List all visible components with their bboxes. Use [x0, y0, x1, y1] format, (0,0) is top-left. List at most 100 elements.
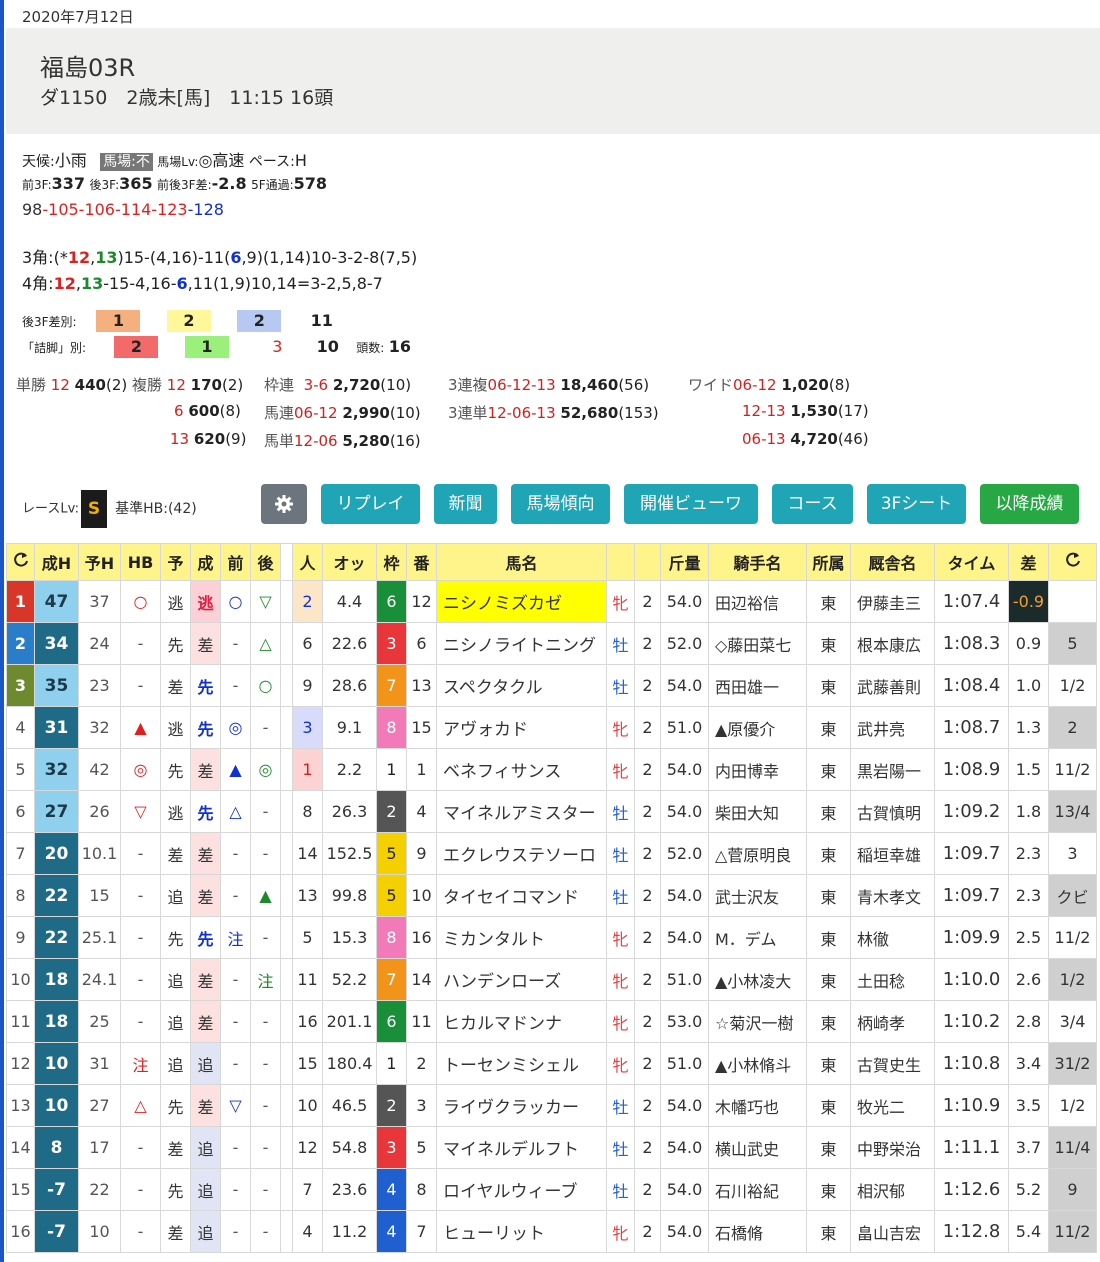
horse-name-link[interactable]: ハンデンローズ: [436, 958, 607, 1001]
col-diff[interactable]: 差: [1008, 543, 1049, 581]
settings-button[interactable]: [261, 484, 307, 524]
col-ban[interactable]: 番: [406, 543, 437, 581]
newspaper-button[interactable]: 新聞: [434, 484, 497, 524]
table-row[interactable]: 16 -7 10- 差追 - -4 11.2 4 7 ヒューリット牝 2 54.0 石橋脩東畠山吉宏 1:…: [6, 1210, 1097, 1253]
table-row[interactable]: 3 35 23- 差先 - ○ 9 28.6 7 13 スペクタクル牡 2 54.0 西田雄一東武藤善則 1…: [6, 664, 1097, 707]
jockey-link[interactable]: ☆菊沢一樹: [708, 1000, 807, 1043]
jockey-link[interactable]: 田辺裕信: [708, 580, 807, 623]
col-name[interactable]: 馬名: [436, 543, 607, 581]
refresh-icon-right[interactable]: [1048, 543, 1097, 581]
table-row[interactable]: 13 10 27 △ 先差 ▽ -10 46.5 2 3 ライヴクラッカー牡 2 54.0 木幡巧也東牧光…: [6, 1084, 1097, 1127]
horse-name-link[interactable]: マイネルデルフト: [436, 1126, 607, 1169]
table-row[interactable]: 10 18 24.1- 追差 - 注 11 52.2 7 14 ハンデンローズ牝 2 51.0 ▲小林凌大…: [6, 958, 1097, 1001]
trainer-link[interactable]: 古賀慎明: [850, 790, 935, 833]
trainer-link[interactable]: 柄崎孝: [850, 1000, 935, 1043]
col-pop[interactable]: 人: [292, 543, 323, 581]
table-row[interactable]: 9 22 25.1- 先先注 -5 15.3 8 16 ミカンタルト牝 2 54.0 M．デム東林徹 1…: [6, 916, 1097, 959]
trainer-link[interactable]: 相沢郁: [850, 1168, 935, 1211]
horse-name-link[interactable]: スペクタクル: [436, 664, 607, 707]
horse-name-link[interactable]: ライヴクラッカー: [436, 1084, 607, 1127]
horse-name-link[interactable]: タイセイコマンド: [436, 874, 607, 917]
jockey-link[interactable]: 内田博幸: [708, 748, 807, 791]
horse-name-link[interactable]: ベネフィサンス: [436, 748, 607, 791]
table-row[interactable]: 8 22 15- 追差 - ▲ 13 99.8 5 10 タイセイコマンド牡 2 54.0 武士沢友東青木…: [6, 874, 1097, 917]
trainer-link[interactable]: 黒岩陽一: [850, 748, 935, 791]
ato-cell: ▲: [250, 874, 281, 917]
col-mae[interactable]: 前: [220, 543, 251, 581]
col-aff[interactable]: 所属: [806, 543, 851, 581]
meeting-viewer-button[interactable]: 開催ビューワ: [624, 484, 758, 524]
table-row[interactable]: 1 47 37 ○ 逃逃 ○ ▽ 2 4.4 6 12 ニシノミズカゼ牝 2 54.0 田辺裕信東伊藤圭三 1…: [6, 580, 1097, 623]
trainer-link[interactable]: 武藤善則: [850, 664, 935, 707]
trainer-link[interactable]: 牧光二: [850, 1084, 935, 1127]
col-yoh[interactable]: 予H: [78, 543, 121, 581]
horse-name-link[interactable]: ニシノミズカゼ: [436, 580, 607, 623]
jockey-link[interactable]: 横山武史: [708, 1126, 807, 1169]
col-seih[interactable]: 成H: [34, 543, 79, 581]
col-time[interactable]: タイム: [934, 543, 1009, 581]
later-results-button[interactable]: 以降成績: [980, 484, 1079, 524]
affiliation-cell: 東: [806, 1042, 851, 1085]
table-row[interactable]: 2 34 24- 先差 - △ 6 22.6 3 6 ニシノライトニング牡 2 52.0 ◇藤田菜七東根本…: [6, 622, 1097, 665]
jockey-link[interactable]: ▲小林凌大: [708, 958, 807, 1001]
horse-name-link[interactable]: トーセンミシェル: [436, 1042, 607, 1085]
horse-name-link[interactable]: エクレウステソーロ: [436, 832, 607, 875]
jockey-link[interactable]: 石川裕紀: [708, 1168, 807, 1211]
jockey-link[interactable]: △菅原明良: [708, 832, 807, 875]
trainer-link[interactable]: 武井亮: [850, 706, 935, 749]
col-yo[interactable]: 予: [160, 543, 191, 581]
waku-cell: 8: [376, 916, 407, 959]
trainer-link[interactable]: 伊藤圭三: [850, 580, 935, 623]
3f-sheet-button[interactable]: 3Fシート: [867, 484, 966, 524]
trainer-link[interactable]: 青木孝文: [850, 874, 935, 917]
jockey-link[interactable]: 武士沢友: [708, 874, 807, 917]
horse-name-link[interactable]: ヒカルマドンナ: [436, 1000, 607, 1043]
course-button[interactable]: コース: [772, 484, 853, 524]
trainer-link[interactable]: 根本康広: [850, 622, 935, 665]
table-row[interactable]: 11 18 25- 追差 - -16 201.1 6 11 ヒカルマドンナ牝 2 53.0 ☆菊沢一樹東…: [6, 1000, 1097, 1043]
table-row[interactable]: 5 32 42 ◎ 先差 ▲ ◎ 1 2.2 1 1 ベネフィサンス牝 2 54.0 内田博幸東黒岩陽一 1:…: [6, 748, 1097, 791]
track-trend-button[interactable]: 馬場傾向: [511, 484, 610, 524]
col-jockey[interactable]: 騎手名: [708, 543, 807, 581]
jockey-link[interactable]: M．デム: [708, 916, 807, 959]
jockey-link[interactable]: ▲小林脩斗: [708, 1042, 807, 1085]
jockey-link[interactable]: 木幡巧也: [708, 1084, 807, 1127]
waku-cell: 3: [376, 1126, 407, 1169]
trainer-link[interactable]: 古賀史生: [850, 1042, 935, 1085]
replay-button[interactable]: リプレイ: [321, 484, 420, 524]
table-row[interactable]: 4 31 32 ▲ 逃先 ◎ -3 9.1 8 15 アヴォカド牝 2 51.0 ▲原優介東武井亮 1:08…: [6, 706, 1097, 749]
horse-name-link[interactable]: ロイヤルウィーブ: [436, 1168, 607, 1211]
col-waku[interactable]: 枠: [376, 543, 407, 581]
table-row[interactable]: 7 20 10.1- 差差 - -14 152.5 5 9 エクレウステソーロ牡 2 52.0 △菅原明…: [6, 832, 1097, 875]
jockey-link[interactable]: ▲原優介: [708, 706, 807, 749]
trainer-link[interactable]: 中野栄治: [850, 1126, 935, 1169]
trainer-link[interactable]: 稲垣幸雄: [850, 832, 935, 875]
col-hb[interactable]: HB: [120, 543, 161, 581]
mae-cell: -: [220, 874, 251, 917]
table-row[interactable]: 14 8 17- 差追 - -12 54.8 3 5 マイネルデルフト牡 2 54.0 横山武史東中野栄…: [6, 1126, 1097, 1169]
jockey-link[interactable]: ◇藤田菜七: [708, 622, 807, 665]
margin-cell: 5: [1048, 622, 1097, 665]
affiliation-cell: 東: [806, 916, 851, 959]
horse-name-link[interactable]: ヒューリット: [436, 1210, 607, 1253]
horse-name-link[interactable]: アヴォカド: [436, 706, 607, 749]
jockey-link[interactable]: 西田雄一: [708, 664, 807, 707]
jockey-link[interactable]: 柴田大知: [708, 790, 807, 833]
seih-cell: 18: [34, 958, 79, 1001]
col-ato[interactable]: 後: [250, 543, 281, 581]
horse-name-link[interactable]: ミカンタルト: [436, 916, 607, 959]
refresh-icon-left[interactable]: [6, 543, 35, 581]
trainer-link[interactable]: 畠山吉宏: [850, 1210, 935, 1253]
table-row[interactable]: 15 -7 22- 先追 - -7 23.6 4 8 ロイヤルウィーブ牡 2 54.0 石川裕紀東相沢郁…: [6, 1168, 1097, 1211]
horse-name-link[interactable]: マイネルアミスター: [436, 790, 607, 833]
horse-name-link[interactable]: ニシノライトニング: [436, 622, 607, 665]
col-odds[interactable]: オッ: [322, 543, 377, 581]
trainer-link[interactable]: 林徹: [850, 916, 935, 959]
col-kin[interactable]: 斤量: [660, 543, 709, 581]
jockey-link[interactable]: 石橋脩: [708, 1210, 807, 1253]
col-sei[interactable]: 成: [190, 543, 221, 581]
col-trainer[interactable]: 厩舎名: [850, 543, 935, 581]
table-row[interactable]: 12 10 31 注追追 - -15 180.4 1 2 トーセンミシェル牝 2 51.0 ▲小林脩斗東…: [6, 1042, 1097, 1085]
table-row[interactable]: 6 27 26 ▽ 逃先 △ -8 26.3 2 4 マイネルアミスター牡 2 54.0 柴田大知東古賀慎…: [6, 790, 1097, 833]
trainer-link[interactable]: 土田稔: [850, 958, 935, 1001]
